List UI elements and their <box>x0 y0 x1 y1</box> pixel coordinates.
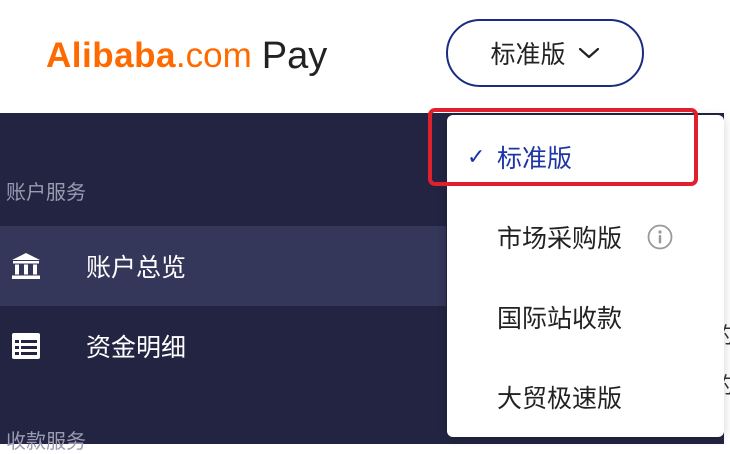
sidebar-item-account-overview[interactable]: 账户总览 <box>0 226 446 306</box>
dropdown-option-label: 市场采购版 <box>497 224 623 253</box>
sidebar-section-title-collection: 收款服务 <box>6 429 86 453</box>
dropdown-option-label: 标准版 <box>497 144 573 173</box>
top-header: Alibaba .com Pay 标准版 <box>0 0 730 113</box>
sidebar-item-label: 资金明细 <box>86 333 187 362</box>
dropdown-option-express-trade[interactable]: 大贸极速版 <box>447 357 724 437</box>
edition-dropdown-menu: ✓ 标准版 市场采购版 国际站收款 大贸极速版 <box>447 115 724 437</box>
dropdown-option-label: 大贸极速版 <box>497 384 623 413</box>
alibaba-pay-logo[interactable]: Alibaba .com Pay <box>46 30 327 82</box>
dropdown-option-market-procurement[interactable]: 市场采购版 <box>447 197 724 277</box>
sidebar-item-fund-details[interactable]: 资金明细 <box>0 306 446 386</box>
bank-icon <box>10 251 42 281</box>
check-icon: ✓ <box>467 144 486 170</box>
dropdown-option-standard[interactable]: ✓ 标准版 <box>447 117 724 197</box>
chevron-down-icon <box>578 47 599 59</box>
logo-product-text: Pay <box>261 34 328 77</box>
logo-brand-text: Alibaba <box>46 36 176 75</box>
dropdown-option-label: 国际站收款 <box>497 304 623 333</box>
sidebar-item-label: 账户总览 <box>86 253 187 282</box>
table-icon <box>10 331 42 361</box>
edition-select-value: 标准版 <box>490 40 566 69</box>
dropdown-option-intl-station[interactable]: 国际站收款 <box>447 277 724 357</box>
logo-domain-text: .com <box>175 36 252 75</box>
info-icon[interactable] <box>647 224 673 250</box>
sidebar-section-title-account: 账户服务 <box>6 180 86 204</box>
edition-select-button[interactable]: 标准版 <box>446 19 644 87</box>
